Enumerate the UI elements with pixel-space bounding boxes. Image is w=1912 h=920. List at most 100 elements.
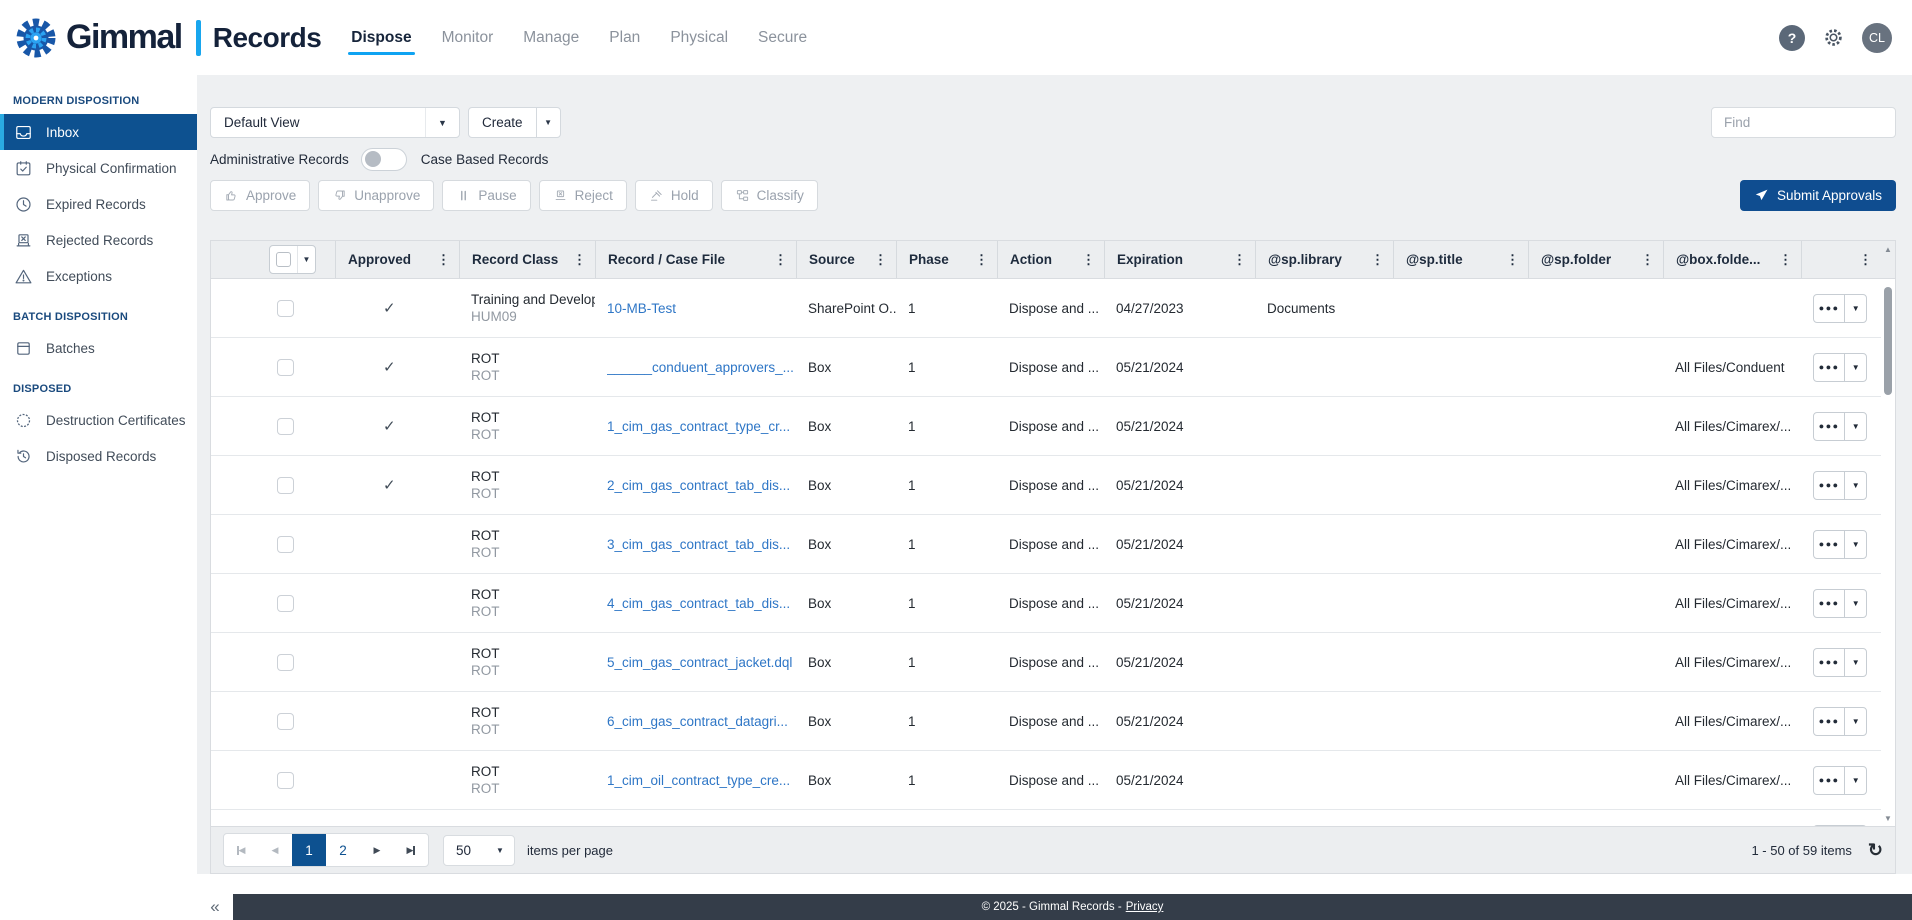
scrollbar-track[interactable]: [1881, 257, 1895, 810]
column-menu-icon[interactable]: ⋮: [1859, 252, 1872, 268]
row-actions-button[interactable]: ●●●▼: [1813, 353, 1867, 382]
create-button-label[interactable]: Create: [469, 108, 536, 137]
ellipsis-icon[interactable]: ●●●: [1814, 708, 1844, 735]
ellipsis-icon[interactable]: ●●●: [1814, 767, 1844, 794]
row-checkbox[interactable]: [277, 536, 294, 553]
privacy-link[interactable]: Privacy: [1126, 901, 1164, 913]
chevron-down-icon[interactable]: ▼: [1844, 649, 1866, 676]
sidebar-item-inbox[interactable]: Inbox: [0, 114, 197, 150]
column-menu-icon[interactable]: ⋮: [437, 252, 450, 268]
view-select[interactable]: Default View ▼: [210, 107, 460, 138]
nav-plan[interactable]: Plan: [609, 0, 640, 75]
ellipsis-icon[interactable]: ●●●: [1814, 649, 1844, 676]
scrollbar-thumb[interactable]: [1884, 287, 1892, 395]
pager-page-2[interactable]: 2: [326, 834, 360, 866]
row-checkbox[interactable]: [277, 772, 294, 789]
chevron-down-icon[interactable]: ▼: [1844, 354, 1866, 381]
column-header-phase[interactable]: Phase⋮: [896, 241, 997, 278]
row-actions-button[interactable]: ●●●▼: [1813, 648, 1867, 677]
help-icon[interactable]: ?: [1779, 25, 1805, 51]
column-header-box-folde[interactable]: @box.folde...⋮: [1663, 241, 1801, 278]
sidebar-item-rejected-records[interactable]: Rejected Records: [0, 222, 197, 258]
column-menu-icon[interactable]: ⋮: [1641, 252, 1654, 268]
chevron-down-icon[interactable]: ▼: [1844, 472, 1866, 499]
column-header-source[interactable]: Source⋮: [796, 241, 896, 278]
pager-next-button[interactable]: ▶: [360, 834, 394, 866]
ellipsis-icon[interactable]: ●●●: [1814, 472, 1844, 499]
unapprove-button[interactable]: Unapprove: [318, 180, 434, 211]
row-checkbox[interactable]: [277, 300, 294, 317]
pager-prev-button[interactable]: ◀: [258, 834, 292, 866]
pager-page-1[interactable]: 1: [292, 834, 326, 866]
chevron-down-icon[interactable]: ▼: [425, 108, 459, 137]
pager-first-button[interactable]: ◀: [224, 834, 258, 866]
sidebar-item-physical-confirmation[interactable]: Physical Confirmation: [0, 150, 197, 186]
avatar[interactable]: CL: [1862, 23, 1892, 53]
record-link[interactable]: 1_cim_oil_contract_type_cre...: [607, 773, 790, 788]
chevron-down-icon[interactable]: ▼: [1844, 295, 1866, 322]
row-checkbox[interactable]: [277, 477, 294, 494]
record-link[interactable]: 2_cim_gas_contract_tab_dis...: [607, 478, 790, 493]
row-actions-button[interactable]: ●●●▼: [1813, 471, 1867, 500]
column-header-sp-folder[interactable]: @sp.folder⋮: [1528, 241, 1663, 278]
classify-button[interactable]: Classify: [721, 180, 818, 211]
nav-manage[interactable]: Manage: [523, 0, 579, 75]
chevron-down-icon[interactable]: ▼: [486, 846, 514, 855]
sidebar-item-expired-records[interactable]: Expired Records: [0, 186, 197, 222]
settings-gear-icon[interactable]: [1822, 26, 1845, 49]
column-header-sp-title[interactable]: @sp.title⋮: [1393, 241, 1528, 278]
column-menu-icon[interactable]: ⋮: [1371, 252, 1384, 268]
row-actions-button[interactable]: ●●●▼: [1813, 766, 1867, 795]
column-header-sp-library[interactable]: @sp.library⋮: [1255, 241, 1393, 278]
chevron-down-icon[interactable]: ▼: [1844, 708, 1866, 735]
ellipsis-icon[interactable]: ●●●: [1814, 590, 1844, 617]
nav-secure[interactable]: Secure: [758, 0, 807, 75]
sidebar-collapse-icon[interactable]: «: [197, 894, 233, 920]
column-header-record-class[interactable]: Record Class⋮: [459, 241, 595, 278]
chevron-down-icon[interactable]: ▼: [297, 246, 315, 273]
column-header-action[interactable]: Action⋮: [997, 241, 1104, 278]
chevron-down-icon[interactable]: ▼: [1844, 413, 1866, 440]
ellipsis-icon[interactable]: ●●●: [1814, 295, 1844, 322]
ellipsis-icon[interactable]: ●●●: [1814, 531, 1844, 558]
row-actions-button[interactable]: ●●●▼: [1813, 589, 1867, 618]
submit-approvals-button[interactable]: Submit Approvals: [1740, 180, 1896, 211]
record-link[interactable]: 5_cim_gas_contract_jacket.dql: [607, 655, 792, 670]
nav-physical[interactable]: Physical: [670, 0, 728, 75]
record-link[interactable]: ______conduent_approvers_...: [607, 360, 794, 375]
row-checkbox[interactable]: [277, 359, 294, 376]
row-actions-button[interactable]: ●●●▼: [1813, 412, 1867, 441]
record-link[interactable]: 3_cim_gas_contract_tab_dis...: [607, 537, 790, 552]
column-header-expiration[interactable]: Expiration⋮: [1104, 241, 1255, 278]
column-menu-icon[interactable]: ⋮: [975, 252, 988, 268]
row-actions-button[interactable]: ●●●▼: [1813, 294, 1867, 323]
select-all-checkbox[interactable]: [276, 252, 291, 267]
pager-last-button[interactable]: ▶: [394, 834, 428, 866]
reject-button[interactable]: Reject: [539, 180, 627, 211]
column-menu-icon[interactable]: ⋮: [874, 252, 887, 268]
chevron-down-icon[interactable]: ▼: [536, 108, 560, 137]
row-actions-button[interactable]: ●●●▼: [1813, 707, 1867, 736]
column-menu-icon[interactable]: ⋮: [1506, 252, 1519, 268]
chevron-down-icon[interactable]: ▼: [1844, 767, 1866, 794]
chevron-down-icon[interactable]: ▼: [1844, 531, 1866, 558]
column-menu-icon[interactable]: ⋮: [1233, 252, 1246, 268]
nav-monitor[interactable]: Monitor: [442, 0, 494, 75]
column-menu-icon[interactable]: ⋮: [1779, 252, 1792, 268]
ellipsis-icon[interactable]: ●●●: [1814, 354, 1844, 381]
row-checkbox[interactable]: [277, 654, 294, 671]
admin-records-toggle[interactable]: [361, 148, 407, 171]
record-link[interactable]: 10-MB-Test: [607, 301, 676, 316]
column-header-record-case-file[interactable]: Record / Case File⋮: [595, 241, 796, 278]
create-button[interactable]: Create ▼: [468, 107, 561, 138]
nav-dispose[interactable]: Dispose: [351, 0, 411, 75]
refresh-icon[interactable]: ↻: [1868, 840, 1883, 861]
scroll-up-icon[interactable]: ▲: [1881, 241, 1895, 257]
row-actions-button[interactable]: ●●●▼: [1813, 530, 1867, 559]
chevron-down-icon[interactable]: ▼: [1844, 590, 1866, 617]
select-all-control[interactable]: ▼: [269, 245, 316, 274]
column-menu-icon[interactable]: ⋮: [774, 252, 787, 268]
column-menu-icon[interactable]: ⋮: [1082, 252, 1095, 268]
find-input[interactable]: [1711, 107, 1896, 138]
record-link[interactable]: 4_cim_gas_contract_tab_dis...: [607, 596, 790, 611]
